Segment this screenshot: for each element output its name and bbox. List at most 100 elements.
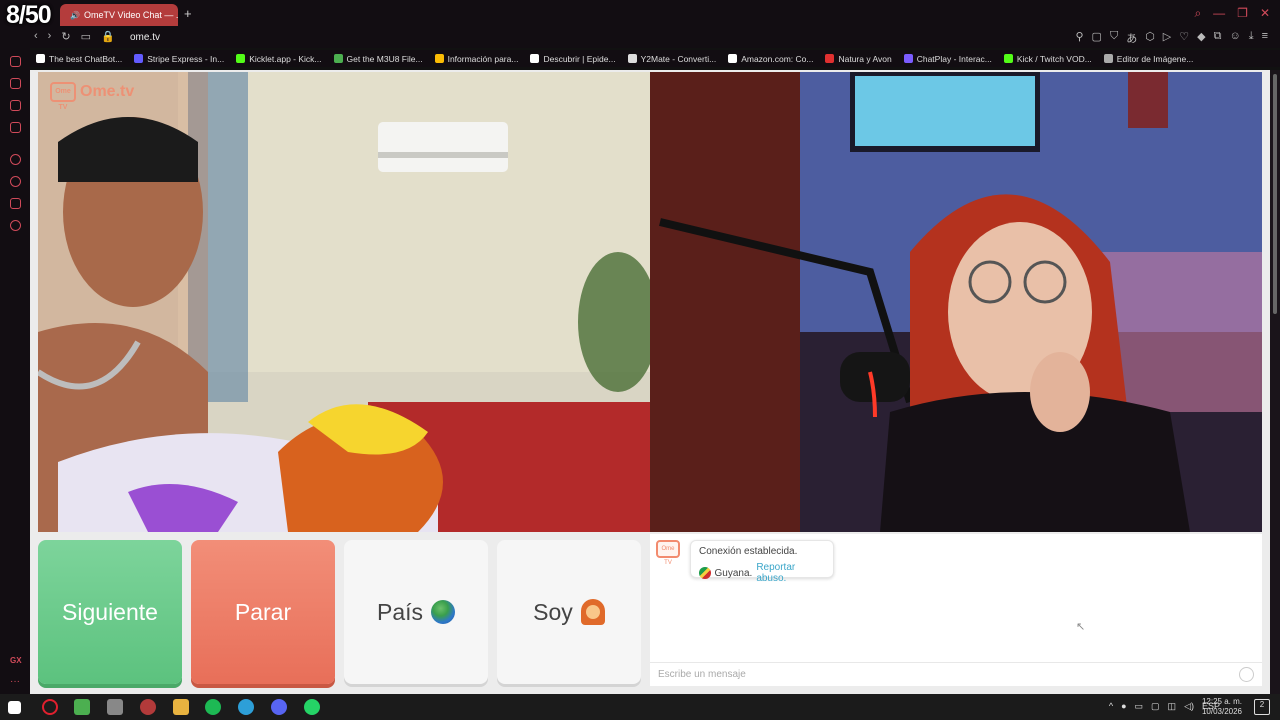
system-message: Conexión establecida. Guyana. Reportar a… <box>690 540 834 584</box>
bookmark-icon <box>825 54 835 63</box>
stranger-video-frame <box>38 72 650 532</box>
chevron-up-icon[interactable]: ^ <box>1109 701 1113 712</box>
profile-icon[interactable]: ☺ <box>1229 30 1240 46</box>
minecraft-icon[interactable] <box>74 699 90 715</box>
stop-button-label: Parar <box>234 598 292 625</box>
guyana-flag-icon <box>699 567 711 579</box>
windows-start-icon[interactable] <box>8 701 21 714</box>
bookmark-item[interactable]: Stripe Express - In... <box>134 54 224 64</box>
crypto-wallet-icon[interactable]: ⬡ <box>1145 30 1155 46</box>
network-icon[interactable]: ▭ <box>1135 701 1144 712</box>
gender-button[interactable]: Soy <box>497 540 641 684</box>
stranger-video: Ome TV Ome.tv <box>38 72 650 532</box>
bookmark-icon <box>903 54 913 63</box>
self-video <box>650 72 1262 532</box>
bookmark-item[interactable]: Kicklet.app - Kick... <box>236 54 322 64</box>
display-icon[interactable]: ▢ <box>1151 701 1160 712</box>
usb-icon[interactable]: ◫ <box>1168 701 1177 712</box>
bookmark-icon <box>236 54 246 63</box>
reload-icon[interactable]: ↻ <box>61 30 70 43</box>
volume-icon[interactable]: ◁) <box>1184 701 1194 712</box>
mouse-cursor-icon: ↖ <box>1076 621 1086 633</box>
logo-text: Ome.tv <box>80 83 135 100</box>
bookmark-item[interactable]: Natura y Avon <box>825 54 892 64</box>
next-button[interactable]: Siguiente <box>38 540 182 684</box>
obs-icon[interactable] <box>140 699 156 715</box>
gx-icon[interactable]: GX <box>10 656 22 665</box>
scrollbar-thumb[interactable] <box>1273 74 1277 314</box>
more-icon[interactable]: ··· <box>10 676 20 687</box>
emoji-icon[interactable] <box>1239 667 1254 682</box>
bookmark-item[interactable]: Y2Mate - Converti... <box>627 54 716 64</box>
extensions-icon[interactable] <box>10 198 21 209</box>
clock[interactable]: 12:25 a. m. 10/03/2026 <box>1202 697 1242 717</box>
country-line: Guyana. Reportar abuso. <box>699 562 825 584</box>
play-icon[interactable]: ▷ <box>1163 30 1171 46</box>
stop-button[interactable]: Parar <box>191 540 335 684</box>
bookmark-item[interactable]: Editor de Imágene... <box>1103 54 1193 64</box>
episode-counter: 8/50 <box>6 1 52 29</box>
bookmark-item[interactable]: Información para... <box>434 54 518 64</box>
page-scrollbar[interactable] <box>1270 70 1280 694</box>
bookmark-item[interactable]: Amazon.com: Co... <box>728 54 813 64</box>
camera-icon[interactable]: ▭ <box>81 30 91 43</box>
close-icon[interactable]: ✕ <box>1260 6 1270 21</box>
menu-icon[interactable]: ≡ <box>1262 30 1268 46</box>
minimize-icon[interactable]: — <box>1213 6 1225 21</box>
bookmark-icon <box>1103 54 1113 63</box>
new-tab-button[interactable]: + <box>184 6 192 21</box>
bookmark-item[interactable]: Get the M3U8 File... <box>333 54 423 64</box>
extension-icon[interactable]: ◆ <box>1197 30 1205 46</box>
country-button-label: País <box>376 598 424 625</box>
nav-buttons: ‹ › ↻ ▭ 🔒 <box>34 30 115 43</box>
shield-icon[interactable]: ⛉ <box>1110 30 1118 46</box>
whatsapp-icon[interactable] <box>304 699 320 715</box>
bookmark-icon <box>434 54 444 63</box>
heart-icon[interactable]: ♡ <box>1179 30 1189 46</box>
message-placeholder: Escribe un mensaje <box>658 669 746 680</box>
opera-gx-icon[interactable] <box>42 699 58 715</box>
notifications-icon[interactable]: 2 <box>1254 699 1270 715</box>
speaker-icon[interactable]: 🔊 <box>70 11 80 20</box>
bookmarks-bar: The best ChatBot... Stripe Express - In.… <box>30 50 1280 67</box>
next-button-label: Siguiente <box>62 598 158 625</box>
microphone-icon[interactable]: ● <box>1121 701 1126 712</box>
forward-icon[interactable]: › <box>48 30 52 43</box>
player-icon[interactable] <box>10 154 21 165</box>
aria-icon[interactable] <box>10 78 21 89</box>
workspaces-icon[interactable] <box>10 100 21 111</box>
address-bar: ‹ › ↻ ▭ 🔒 ome.tv ⚲ ▢ ⛉ あ ⬡ ▷ ♡ ◆ ⧉ ☺ ⤓ ≡ <box>0 28 1280 48</box>
bookmark-item[interactable]: ChatPlay - Interac... <box>903 54 992 64</box>
settings-icon[interactable] <box>10 220 21 231</box>
browser-tab-bar: 🔊 OmeTV Video Chat — ... + ⌕ — ❐ ✕ <box>0 0 1280 28</box>
pin-icon[interactable]: ⚲ <box>1075 30 1083 46</box>
browser-sidebar: GX ··· <box>0 48 30 694</box>
spotify-icon[interactable] <box>205 699 221 715</box>
bookmark-item[interactable]: Kick / Twitch VOD... <box>1003 54 1092 64</box>
message-input[interactable]: Escribe un mensaje <box>650 662 1262 686</box>
snapshot-icon[interactable]: ▢ <box>1092 30 1102 46</box>
download-icon[interactable]: ⤓ <box>1249 30 1254 46</box>
search-icon[interactable]: ⌕ <box>1194 6 1201 21</box>
country-button[interactable]: País <box>344 540 488 684</box>
history-icon[interactable] <box>10 56 21 67</box>
gender-button-label: Soy <box>533 598 573 625</box>
lock-icon[interactable]: 🔒 <box>101 30 115 43</box>
edge-icon[interactable] <box>238 699 254 715</box>
translate-icon[interactable]: あ <box>1126 30 1137 46</box>
url-field[interactable]: ome.tv <box>130 32 160 43</box>
report-abuse-link[interactable]: Reportar abuso. <box>756 562 825 584</box>
file-manager-icon[interactable] <box>107 699 123 715</box>
bookmark-item[interactable]: Descubrir | Epide... <box>530 54 616 64</box>
folder-icon[interactable] <box>173 699 189 715</box>
clock-icon[interactable] <box>10 176 21 187</box>
maximize-icon[interactable]: ❐ <box>1237 6 1248 21</box>
toolbar-icons: ⚲ ▢ ⛉ あ ⬡ ▷ ♡ ◆ ⧉ ☺ ⤓ ≡ <box>1075 30 1268 46</box>
back-icon[interactable]: ‹ <box>34 30 38 43</box>
bookmark-item[interactable]: The best ChatBot... <box>36 54 122 64</box>
tab-ometv[interactable]: 🔊 OmeTV Video Chat — ... <box>60 4 178 26</box>
bookmark-icon <box>36 54 45 63</box>
puzzle-icon[interactable]: ⧉ <box>1214 30 1222 46</box>
discord-icon[interactable] <box>271 699 287 715</box>
messenger-icon[interactable] <box>10 122 21 133</box>
